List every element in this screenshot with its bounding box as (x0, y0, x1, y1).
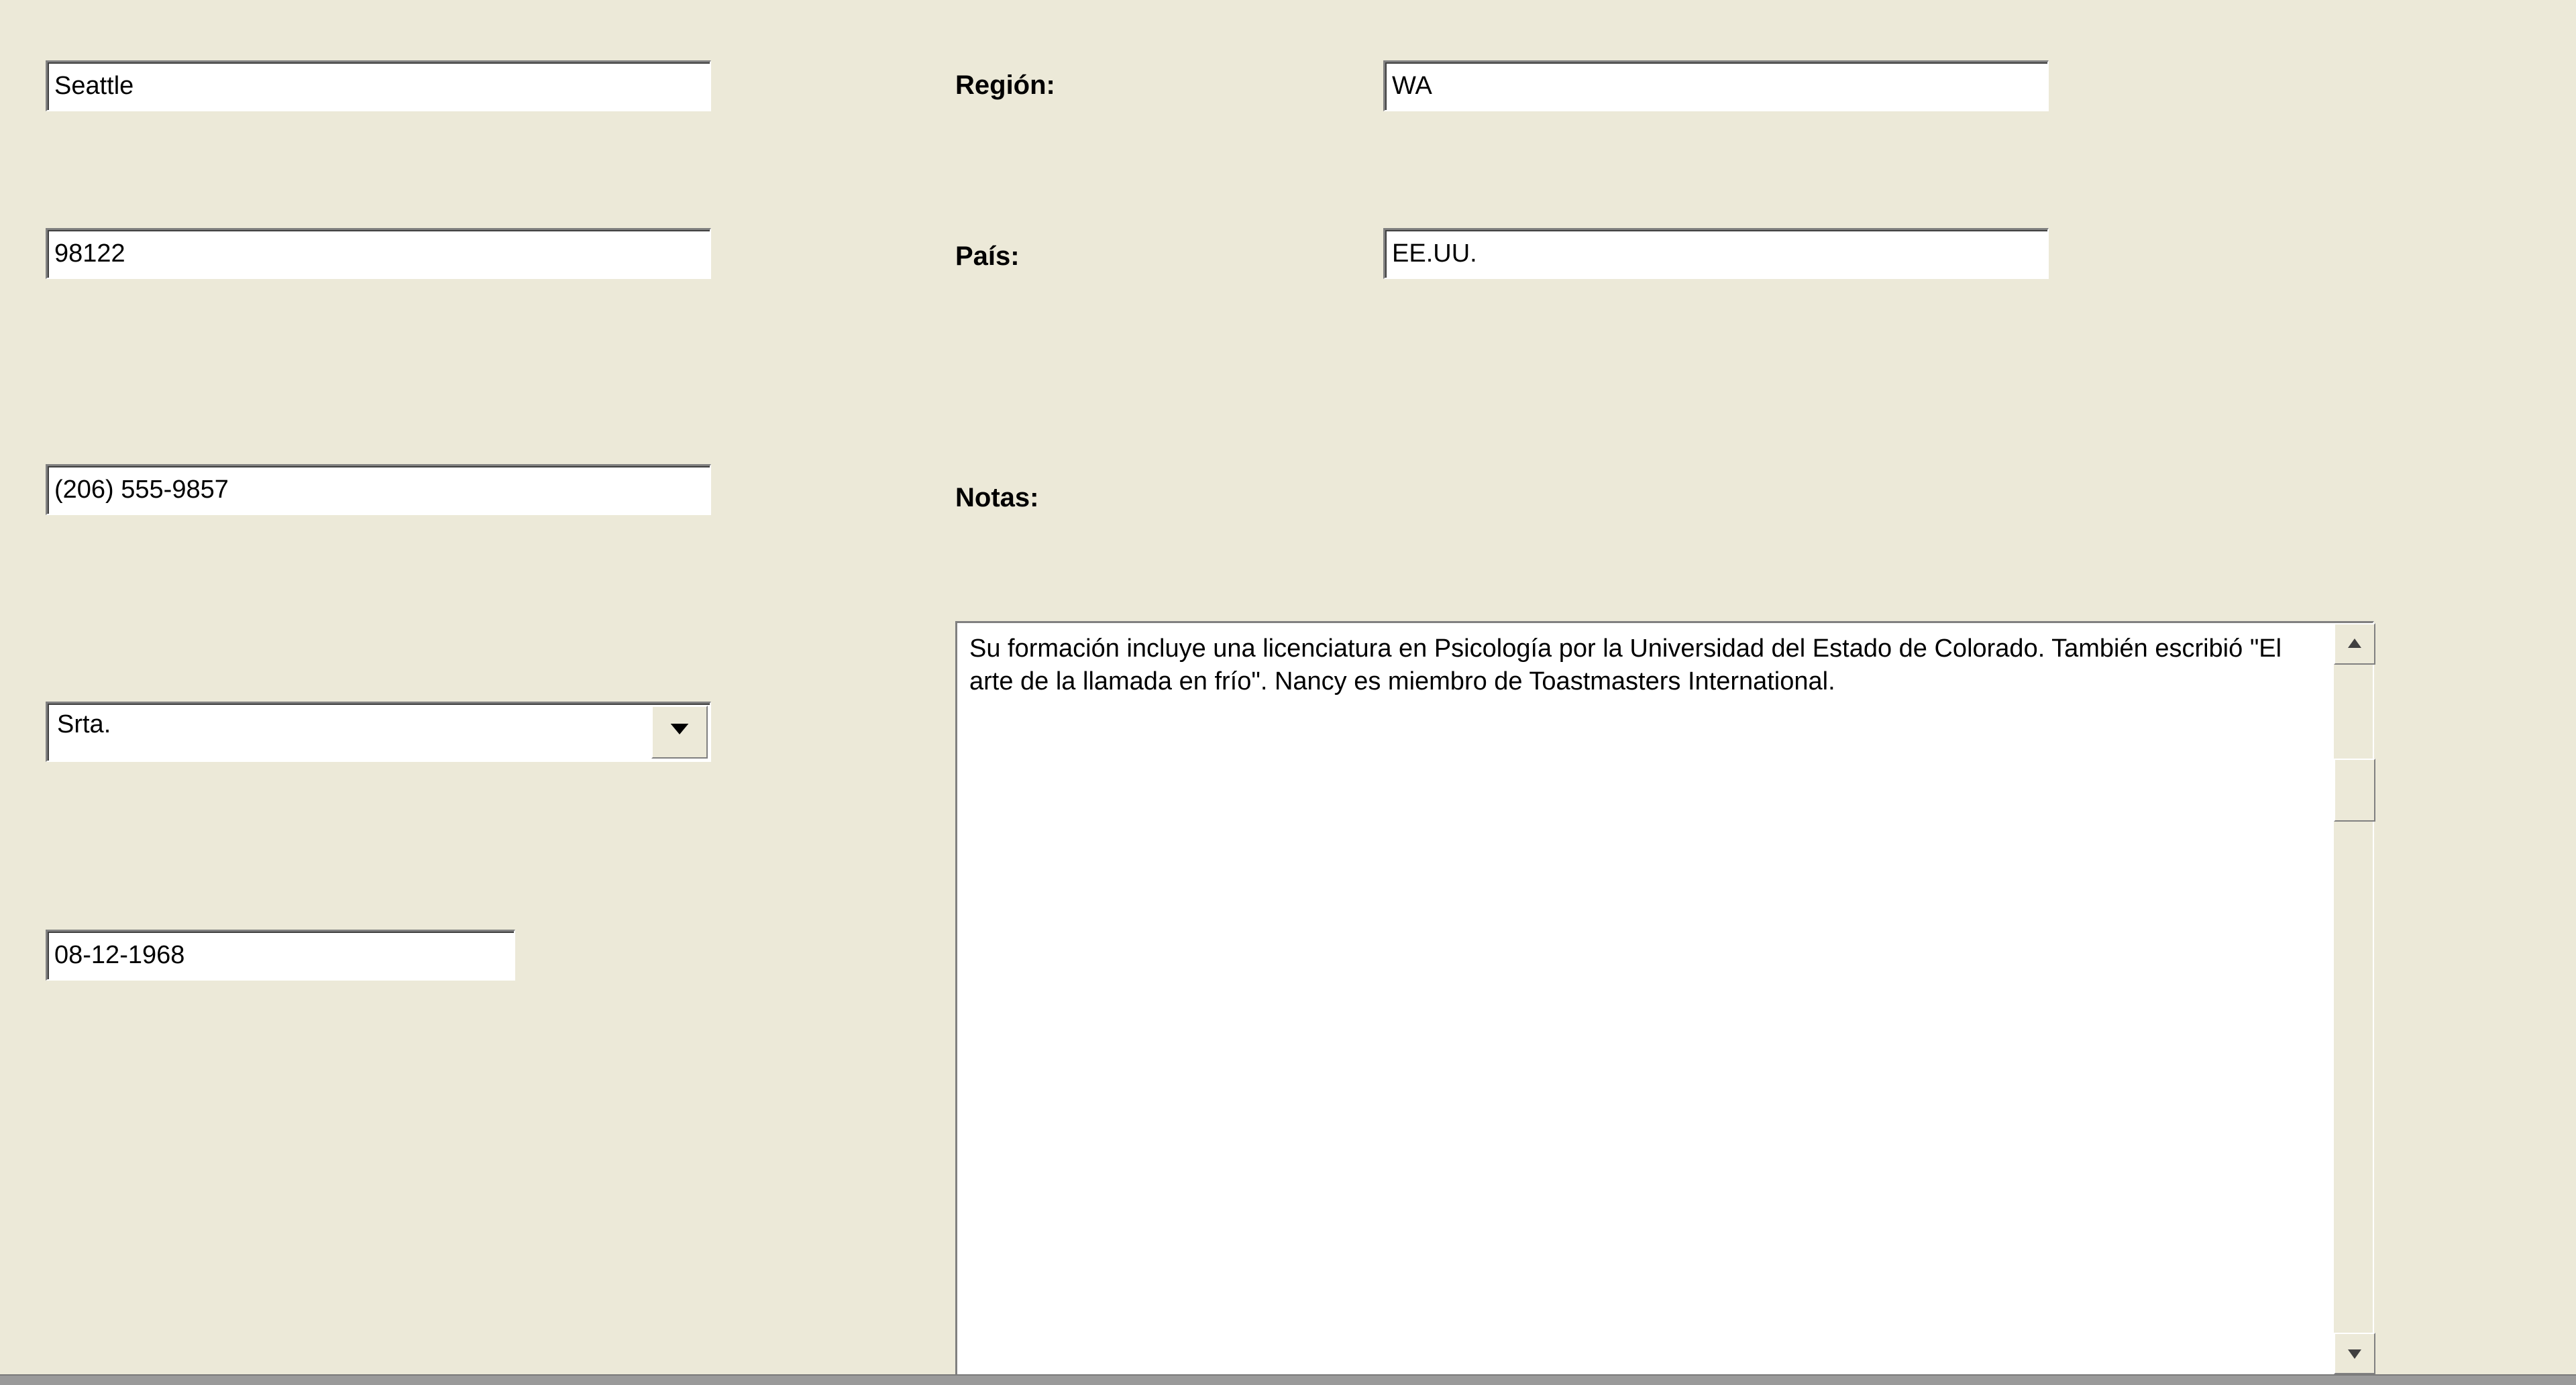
scroll-track[interactable] (2334, 665, 2373, 1333)
scroll-down-button[interactable] (2334, 1333, 2375, 1374)
city-input[interactable] (46, 60, 711, 111)
window-bottom-border (0, 1374, 2576, 1385)
country-input[interactable] (1383, 228, 2049, 279)
notes-field-wrapper (955, 621, 2374, 1376)
phone-input[interactable] (46, 464, 711, 515)
title-combobox[interactable]: Srta. (46, 702, 711, 762)
region-label: Región: (955, 70, 1055, 101)
scroll-up-button[interactable] (2334, 623, 2375, 665)
chevron-down-icon (669, 718, 690, 746)
chevron-down-icon (2347, 1339, 2363, 1368)
birthdate-input[interactable] (46, 930, 515, 981)
notes-textarea[interactable] (957, 623, 2332, 1374)
country-label: País: (955, 241, 1020, 272)
notes-label: Notas: (955, 483, 1038, 513)
title-combobox-value: Srta. (48, 704, 649, 761)
region-input[interactable] (1383, 60, 2049, 111)
scroll-thumb[interactable] (2334, 759, 2375, 822)
title-combobox-button[interactable] (651, 706, 708, 759)
notes-scrollbar[interactable] (2332, 623, 2373, 1374)
chevron-up-icon (2347, 630, 2363, 659)
postal-code-input[interactable] (46, 228, 711, 279)
